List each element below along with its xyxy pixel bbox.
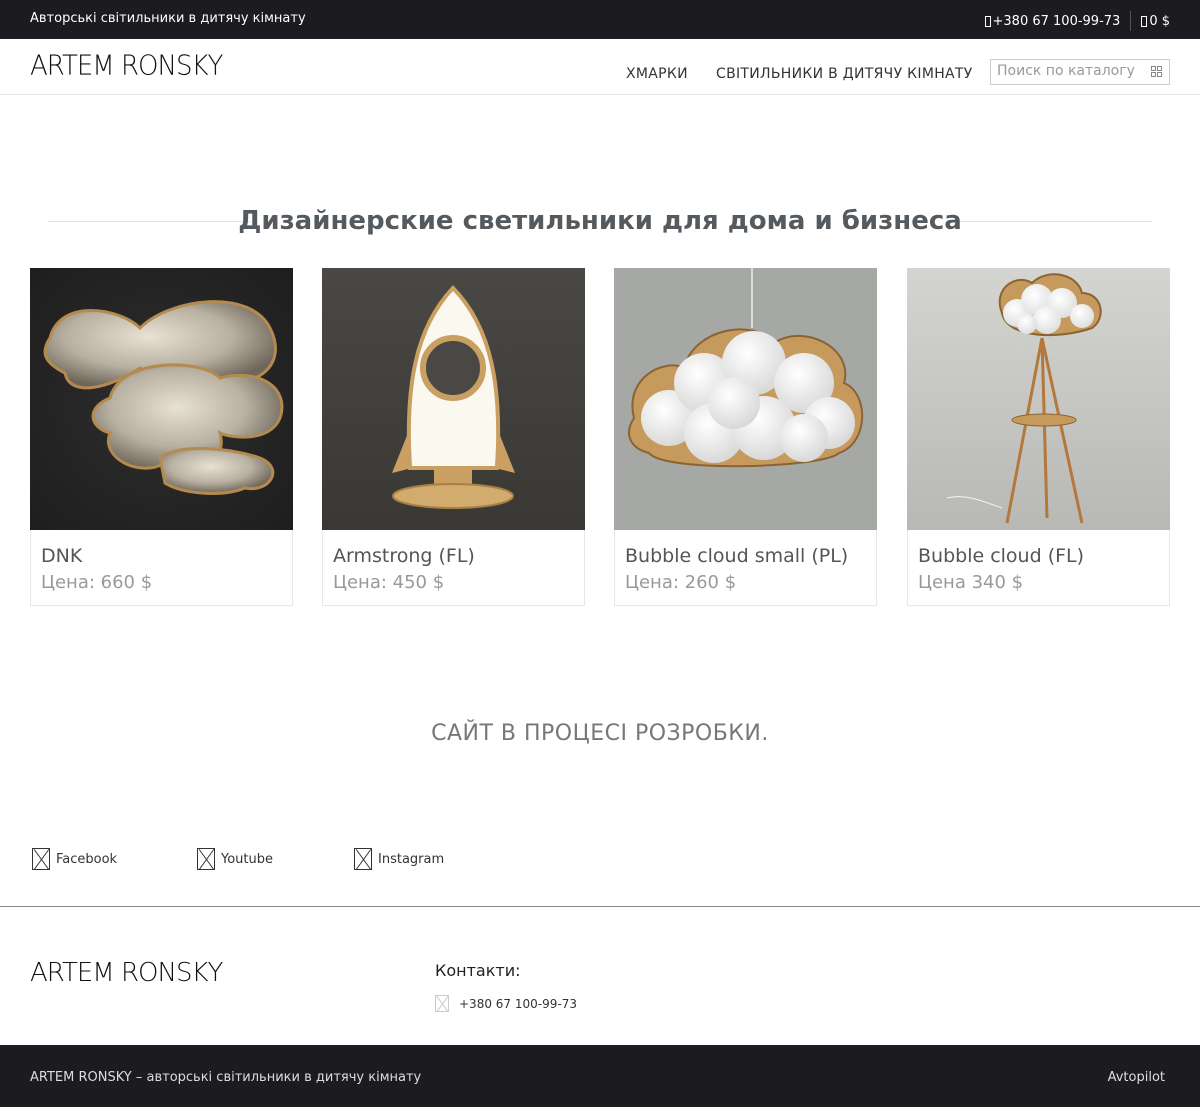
top-phone-link[interactable]: +380 67 100-99-73 bbox=[993, 14, 1121, 29]
footer-logo[interactable]: ARTEM RONSKY bbox=[30, 958, 223, 988]
product-price: Цена: 450 $ bbox=[333, 572, 445, 593]
cart-link[interactable]: 0 $ bbox=[1149, 14, 1170, 29]
product-name[interactable]: Armstrong (FL) bbox=[333, 545, 475, 567]
phone-icon bbox=[435, 995, 449, 1012]
footer-bar: ARTEM RONSKY – авторські світильники в д… bbox=[0, 1045, 1200, 1107]
product-card[interactable]: Armstrong (FL) Цена: 450 $ bbox=[322, 268, 585, 606]
nav-item-clouds[interactable]: ХМАРКИ bbox=[626, 66, 688, 82]
social-link-youtube[interactable]: Youtube bbox=[197, 848, 273, 870]
top-bar-contacts: +380 67 100-99-73 0 $ bbox=[984, 11, 1170, 31]
product-image-armstrong[interactable] bbox=[322, 268, 585, 530]
youtube-icon bbox=[197, 848, 215, 870]
copyright-text: ARTEM RONSKY – авторські світильники в д… bbox=[30, 1070, 422, 1085]
phone-icon bbox=[984, 15, 991, 27]
product-price: Цена 340 $ bbox=[918, 572, 1024, 593]
product-card[interactable]: Bubble cloud small (PL) Цена: 260 $ bbox=[614, 268, 877, 606]
top-bar: Авторські світильники в дитячу кімнату +… bbox=[0, 0, 1200, 39]
social-label: Youtube bbox=[221, 851, 273, 867]
footer-phone-link[interactable]: +380 67 100-99-73 bbox=[459, 997, 577, 1011]
search-input[interactable]: Поиск по каталогу bbox=[990, 59, 1170, 85]
site-tagline: Авторські світильники в дитячу кімнату bbox=[30, 11, 306, 26]
social-label: Instagram bbox=[378, 851, 445, 867]
development-notice: САЙТ В ПРОЦЕСІ РОЗРОБКИ. bbox=[431, 721, 769, 746]
divider bbox=[1130, 11, 1132, 31]
instagram-icon bbox=[354, 848, 372, 870]
search-placeholder: Поиск по каталогу bbox=[997, 63, 1135, 79]
product-card[interactable]: DNK Цена: 660 $ bbox=[30, 268, 293, 606]
grid-icon[interactable] bbox=[1151, 66, 1163, 78]
cart-icon bbox=[1141, 15, 1148, 27]
product-card[interactable]: Bubble cloud (FL) Цена 340 $ bbox=[907, 268, 1170, 606]
footer-divider bbox=[0, 906, 1200, 907]
social-label: Facebook bbox=[56, 851, 118, 867]
section-heading: Дизайнерские светильники для дома и бизн… bbox=[238, 206, 962, 236]
product-name[interactable]: DNK bbox=[41, 545, 82, 567]
nav-item-kids-lamps[interactable]: СВІТИЛЬНИКИ В ДИТЯЧУ КІМНАТУ bbox=[716, 66, 973, 82]
product-image-bubble-cloud-small[interactable] bbox=[614, 268, 877, 530]
product-price: Цена: 660 $ bbox=[41, 572, 153, 593]
product-price: Цена: 260 $ bbox=[625, 572, 737, 593]
product-image-dnk[interactable] bbox=[30, 268, 293, 530]
social-link-facebook[interactable]: Facebook bbox=[32, 848, 117, 870]
product-name[interactable]: Bubble cloud small (PL) bbox=[625, 545, 848, 567]
facebook-icon bbox=[32, 848, 50, 870]
contacts-phone: +380 67 100-99-73 bbox=[435, 995, 577, 1012]
social-link-instagram[interactable]: Instagram bbox=[354, 848, 444, 870]
site-logo[interactable]: ARTEM RONSKY bbox=[30, 50, 223, 82]
product-name[interactable]: Bubble cloud (FL) bbox=[918, 545, 1084, 567]
developer-credit-link[interactable]: Avtopilot bbox=[1108, 1070, 1165, 1085]
contacts-heading: Контакти: bbox=[435, 961, 521, 980]
site-header: ARTEM RONSKY ХМАРКИ СВІТИЛЬНИКИ В ДИТЯЧУ… bbox=[0, 39, 1200, 95]
product-image-bubble-cloud[interactable] bbox=[907, 268, 1170, 530]
